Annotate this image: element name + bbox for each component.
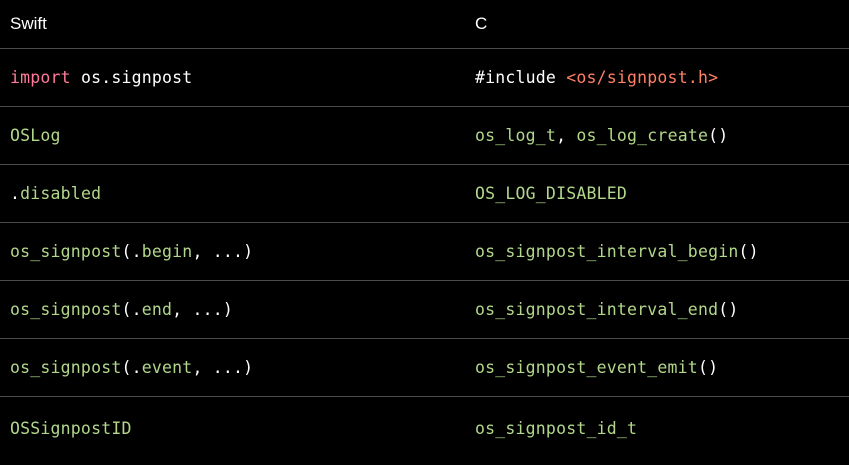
column-header-swift: Swift [10,14,47,33]
table-row: OSLog os_log_t, os_log_create() [0,107,849,165]
code-token: (. [121,242,142,261]
code-token: os_signpost_event_emit [475,358,698,377]
code-token: . [10,184,21,203]
code-token: <os/signpost.h> [566,68,719,87]
code-token: os_log_t [475,126,557,145]
code-token: () [708,126,729,145]
c-code-cell: os_signpost_interval_end() [475,281,739,338]
code-token: os_signpost [10,242,122,261]
swift-code-cell: os_signpost (. event, ...) [10,339,253,396]
code-token: OS_LOG_DISABLED [475,184,628,203]
table-row: os_signpost (. event, ...) os_signpost_even… [0,339,849,397]
code-token: , [556,126,577,145]
code-token: , ...) [172,300,233,319]
code-token: os_signpost_interval_begin [475,242,739,261]
code-token: , ...) [192,242,254,261]
c-code-cell: OS_LOG_DISABLED [475,165,627,222]
swift-code-cell: os_signpost (. end, ...) [10,281,233,338]
column-header-c: C [475,14,488,33]
c-code-cell: os_log_t, os_log_create() [475,107,728,164]
code-token: (. [121,358,142,377]
code-token: () [718,300,739,319]
table-row: os_signpost (. begin, ...) os_signpost_inte… [0,223,849,281]
code-token: os_signpost_id_t [475,418,638,438]
table-row: . disabled OS_LOG_DISABLED [0,165,849,223]
code-token: (. [121,300,142,319]
code-token: , ...) [192,358,254,377]
code-token: os.signpost [70,68,193,87]
code-token: os_log_create [576,126,709,145]
code-token: OSLog [10,126,61,145]
c-code-cell: #include <os/signpost.h> [475,49,718,106]
comparison-table: Swift C import os.signpost #include <os/s… [0,0,849,459]
code-token: event [141,358,193,377]
swift-code-cell: OSLog [10,107,61,164]
code-token: #include [475,68,567,87]
c-code-cell: os_signpost_id_t [475,397,637,459]
swift-code-cell: OSSignpostID [10,397,132,459]
code-token: OSSignpostID [10,418,132,438]
code-token: os_signpost [10,300,122,319]
code-token: os_signpost [10,358,122,377]
code-token: () [738,242,759,261]
table-row: OSSignpostID os_signpost_id_t [0,397,849,459]
c-code-cell: os_signpost_event_emit() [475,339,718,396]
table-header-row: Swift C [0,0,849,49]
code-token: import [10,68,71,87]
code-token: begin [141,242,193,261]
table-row: os_signpost (. end, ...) os_signpost_interv… [0,281,849,339]
swift-code-cell: . disabled [10,165,101,222]
code-token: disabled [20,184,102,203]
code-token: os_signpost_interval_end [475,300,719,319]
code-token: () [697,358,719,377]
swift-code-cell: os_signpost (. begin, ...) [10,223,253,280]
c-code-cell: os_signpost_interval_begin() [475,223,759,280]
code-token: end [141,300,173,319]
swift-code-cell: import os.signpost [10,49,192,106]
table-row: import os.signpost #include <os/signpost.… [0,49,849,107]
